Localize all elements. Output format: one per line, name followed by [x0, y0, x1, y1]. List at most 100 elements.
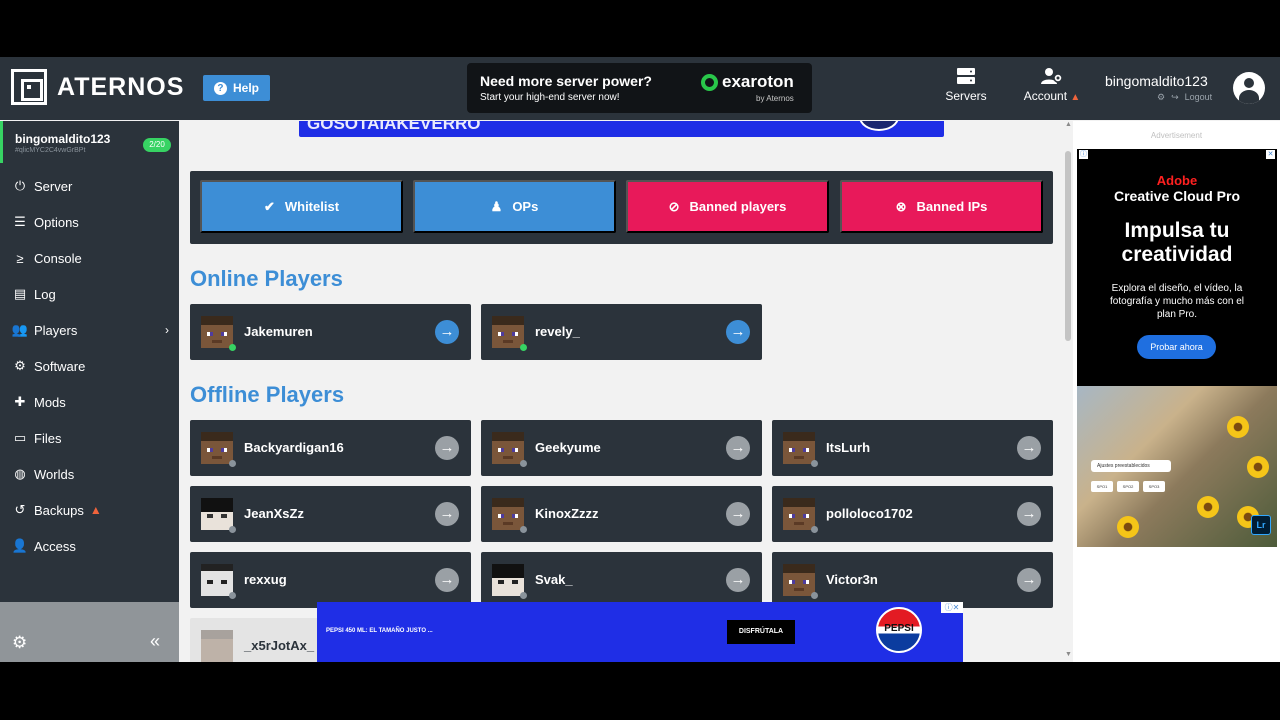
arrow-right-icon[interactable]: →	[726, 320, 750, 344]
arrow-right-icon[interactable]: →	[1017, 568, 1041, 592]
sidebar-item-options[interactable]: ☰ Options	[12, 210, 177, 234]
offline-status-dot	[811, 460, 818, 467]
player-card[interactable]: Svak_ →	[481, 552, 762, 608]
top-ad-logo	[859, 121, 899, 131]
tab-ops[interactable]: ♟ OPs	[413, 180, 616, 233]
player-head-avatar	[783, 498, 815, 530]
globe-icon: ◍	[14, 466, 26, 481]
player-card[interactable]: rexxug →	[190, 552, 471, 608]
server-status-box[interactable]: bingomaldito123 #qlicMYC2C4vwGrBPt 2/20	[0, 121, 179, 163]
logout-icon[interactable]: ↪	[1171, 92, 1179, 103]
account-gear-icon	[1041, 68, 1063, 84]
arrow-right-icon[interactable]: →	[435, 502, 459, 526]
sidebar-item-mods[interactable]: ✚ Mods	[12, 390, 177, 414]
player-name: JeanXsZz	[244, 506, 304, 521]
player-name: polloloco1702	[826, 506, 913, 521]
tab-label: OPs	[512, 199, 539, 214]
player-card[interactable]: Backyardigan16 →	[190, 420, 471, 476]
settings-icon[interactable]: ⚙	[12, 633, 27, 653]
scroll-up-icon[interactable]: ▲	[1064, 121, 1073, 128]
player-card[interactable]: JeanXsZz →	[190, 486, 471, 542]
power-icon: ⏻	[14, 178, 26, 193]
scroll-down-icon[interactable]: ▼	[1064, 651, 1073, 658]
arrow-right-icon[interactable]: →	[435, 568, 459, 592]
network-slash-icon: ⊗	[895, 198, 907, 214]
exaroton-promo-banner[interactable]: Need more server power? Start your high-…	[467, 63, 812, 113]
arrow-right-icon[interactable]: →	[1017, 436, 1041, 460]
player-name: ItsLurh	[826, 440, 871, 455]
pepsi-ad-text: PEPSI 450 ML: EL TAMAÑO JUSTO ...	[326, 628, 433, 634]
settings-gear-icon[interactable]: ⚙	[1157, 92, 1165, 103]
offline-status-dot	[811, 592, 818, 599]
tab-whitelist[interactable]: ✔ Whitelist	[200, 180, 403, 233]
arrow-right-icon[interactable]: →	[1017, 502, 1041, 526]
sidebar-item-backups[interactable]: ↺ Backups ▲	[12, 498, 177, 522]
player-head-avatar	[492, 564, 524, 596]
ad-info-icon[interactable]: ⓘ	[1079, 150, 1088, 159]
arrow-right-icon[interactable]: →	[435, 436, 459, 460]
ad-chip: Ajustes preestablecidos	[1091, 460, 1171, 472]
player-card[interactable]: KinoxZzzz →	[481, 486, 762, 542]
player-card[interactable]: revely_ →	[481, 304, 762, 360]
pepsi-ad-button[interactable]: DISFRÚTALA	[727, 620, 795, 644]
account-warning-icon: ▲	[1070, 92, 1081, 103]
player-card[interactable]: ItsLurh →	[772, 420, 1053, 476]
ad-cta-button[interactable]: Probar ahora	[1137, 335, 1216, 359]
online-players-heading: Online Players	[190, 266, 343, 291]
logout-link[interactable]: Logout	[1185, 92, 1213, 103]
adobe-ad[interactable]: ⓘ ✕ Adobe Creative Cloud Pro Impulsa tu …	[1077, 149, 1277, 547]
player-card[interactable]: polloloco1702 →	[772, 486, 1053, 542]
sidebar-item-console[interactable]: ≥ Console	[12, 246, 177, 270]
player-head-avatar	[201, 432, 233, 464]
arrow-right-icon[interactable]: →	[726, 568, 750, 592]
sidebar-footer: ⚙ «	[0, 602, 179, 662]
player-count-badge: 2/20	[143, 138, 171, 152]
ad-close-icon[interactable]: ✕	[1266, 150, 1275, 159]
nav-servers[interactable]: Servers	[945, 67, 987, 103]
sidebar-item-software[interactable]: ⚙ Software	[12, 354, 177, 378]
sidebar-item-access[interactable]: 👤 Access	[12, 534, 177, 558]
offline-status-dot	[229, 526, 236, 533]
sidebar-item-log[interactable]: ▤ Log	[12, 282, 177, 306]
sidebar-item-players[interactable]: 👥 Players ›	[12, 318, 177, 342]
sidebar-item-server[interactable]: ⏻ Server	[12, 174, 177, 198]
player-head-avatar	[201, 630, 233, 662]
server-name: bingomaldito123	[15, 132, 111, 146]
player-head-avatar	[201, 316, 233, 348]
scrollbar-thumb[interactable]	[1065, 151, 1071, 341]
nav-account[interactable]: Account ▲	[1021, 67, 1083, 103]
sidebar-item-label: Players	[34, 322, 78, 338]
player-name: Victor3n	[826, 572, 878, 587]
pepsi-ad-banner[interactable]: PEPSI 450 ML: EL TAMAÑO JUSTO ... DISFRÚ…	[317, 602, 963, 662]
player-card[interactable]: Jakemuren →	[190, 304, 471, 360]
user-block: bingomaldito123 ⚙ ↪ Logout	[1105, 73, 1212, 103]
question-icon: ?	[213, 81, 227, 95]
promo-subtitle: Start your high-end server now!	[480, 92, 620, 103]
help-button[interactable]: ? Help	[203, 75, 270, 101]
player-name: KinoxZzzz	[535, 506, 599, 521]
promo-by: by Aternos	[756, 94, 794, 103]
tab-banned-players[interactable]: ⊘ Banned players	[626, 180, 829, 233]
player-card[interactable]: Geekyume →	[481, 420, 762, 476]
aternos-logo[interactable]: ATERNOS	[11, 69, 184, 105]
sidebar-item-files[interactable]: ▭ Files	[12, 426, 177, 450]
player-head-avatar	[201, 498, 233, 530]
ad-close-icon[interactable]: ⓘ✕	[941, 602, 963, 613]
help-label: Help	[232, 81, 259, 95]
sidebar-item-worlds[interactable]: ◍ Worlds	[12, 462, 177, 486]
sidebar-item-label: Console	[34, 250, 82, 266]
offline-players-heading: Offline Players	[190, 382, 345, 407]
ad-headline: Impulsa tu creatividad	[1121, 219, 1233, 266]
arrow-right-icon[interactable]: →	[435, 320, 459, 344]
arrow-right-icon[interactable]: →	[726, 502, 750, 526]
browser-viewport: ATERNOS ? Help Need more server power? S…	[0, 57, 1280, 662]
arrow-right-icon[interactable]: →	[726, 436, 750, 460]
collapse-sidebar-icon[interactable]: «	[150, 631, 160, 652]
page-scrollbar[interactable]: ▲ ▼	[1064, 121, 1073, 662]
player-card[interactable]: Victor3n →	[772, 552, 1053, 608]
user-avatar[interactable]	[1233, 72, 1265, 104]
sidebar-item-label: Log	[34, 286, 56, 302]
tab-banned-ips[interactable]: ⊗ Banned IPs	[840, 180, 1043, 233]
top-ad-banner[interactable]: GOSOTAIAKEVERRO	[299, 121, 944, 137]
account-label: Account	[1023, 89, 1068, 103]
